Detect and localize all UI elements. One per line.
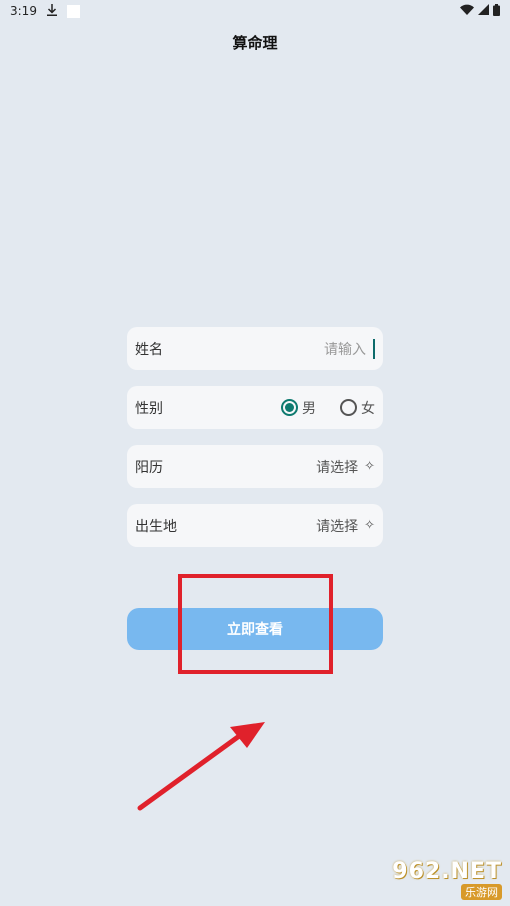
gender-field: 性别 男 女 — [127, 386, 383, 429]
wifi-icon — [460, 4, 474, 18]
gender-male-radio[interactable]: 男 — [281, 398, 316, 418]
gender-female-label: 女 — [361, 400, 375, 417]
text-cursor — [373, 338, 375, 359]
notification-icon — [66, 4, 80, 18]
sparkle-icon: ✧ — [364, 518, 375, 533]
name-label: 姓名 — [135, 341, 163, 358]
arrow-annotation — [130, 712, 270, 816]
signal-icon — [478, 4, 489, 18]
gender-male-label: 男 — [302, 400, 316, 417]
watermark: 962.NET 乐游网 — [372, 856, 508, 902]
birthplace-label: 出生地 — [135, 518, 177, 535]
highlight-box — [178, 574, 333, 674]
radio-checked-icon — [281, 399, 298, 416]
status-bar: 3:19 — [0, 0, 510, 22]
birth-date-label: 阳历 — [135, 459, 163, 476]
gender-female-radio[interactable]: 女 — [340, 398, 375, 418]
sparkle-icon: ✧ — [364, 459, 375, 474]
radio-unchecked-icon — [340, 399, 357, 416]
watermark-logo: 962.NET — [392, 858, 502, 884]
birth-date-value: 请选择 — [316, 459, 359, 476]
status-time: 3:19 — [10, 4, 37, 18]
watermark-site-name: 乐游网 — [461, 883, 502, 900]
birthplace-field[interactable]: 出生地 请选择 ✧ — [127, 504, 383, 547]
page-title: 算命理 — [232, 34, 278, 52]
download-icon — [46, 3, 57, 19]
fortune-form: 姓名 请输入 性别 男 女 阳历 请选择 ✧ 出生地 请选择 ✧ — [127, 327, 383, 563]
birth-date-field[interactable]: 阳历 请选择 ✧ — [127, 445, 383, 488]
name-field[interactable]: 姓名 请输入 — [127, 327, 383, 370]
birthplace-value: 请选择 — [316, 518, 359, 535]
name-input[interactable]: 请输入 — [324, 339, 366, 359]
gender-label: 性别 — [135, 400, 163, 417]
battery-icon — [493, 3, 500, 19]
